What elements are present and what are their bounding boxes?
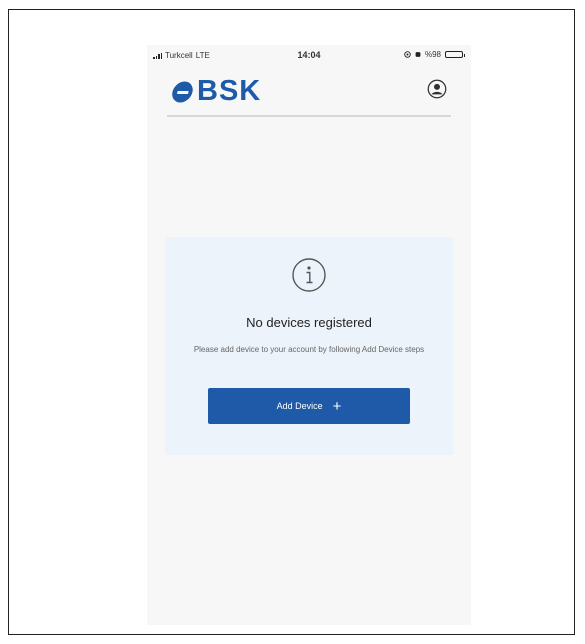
status-bar: Turkcell LTE 14:04 %98 [147,45,471,65]
screenshot-frame: Turkcell LTE 14:04 %98 BSK No devices re… [8,9,575,635]
add-device-button[interactable]: Add Device + [208,388,410,424]
info-icon [292,258,326,292]
alarm-icon [415,52,421,57]
phone-screen: Turkcell LTE 14:04 %98 BSK No devices re… [147,45,471,625]
user-circle-icon[interactable] [427,79,447,99]
battery-percent: %98 [424,50,441,59]
battery-icon [445,51,465,58]
logo-mark-icon [172,81,193,102]
status-right: %98 [404,50,465,59]
empty-state-title: No devices registered [246,315,372,330]
logo-text: BSK [197,75,262,107]
header-divider [167,115,451,117]
plus-icon: + [332,397,342,415]
app-header: BSK [147,67,471,115]
empty-state-description: Please add device to your account by fol… [193,345,425,354]
add-device-label: Add Device [276,401,323,411]
brand-logo[interactable]: BSK [171,75,261,108]
empty-state-card: No devices registered Please add device … [165,237,453,455]
location-icon [404,51,411,58]
